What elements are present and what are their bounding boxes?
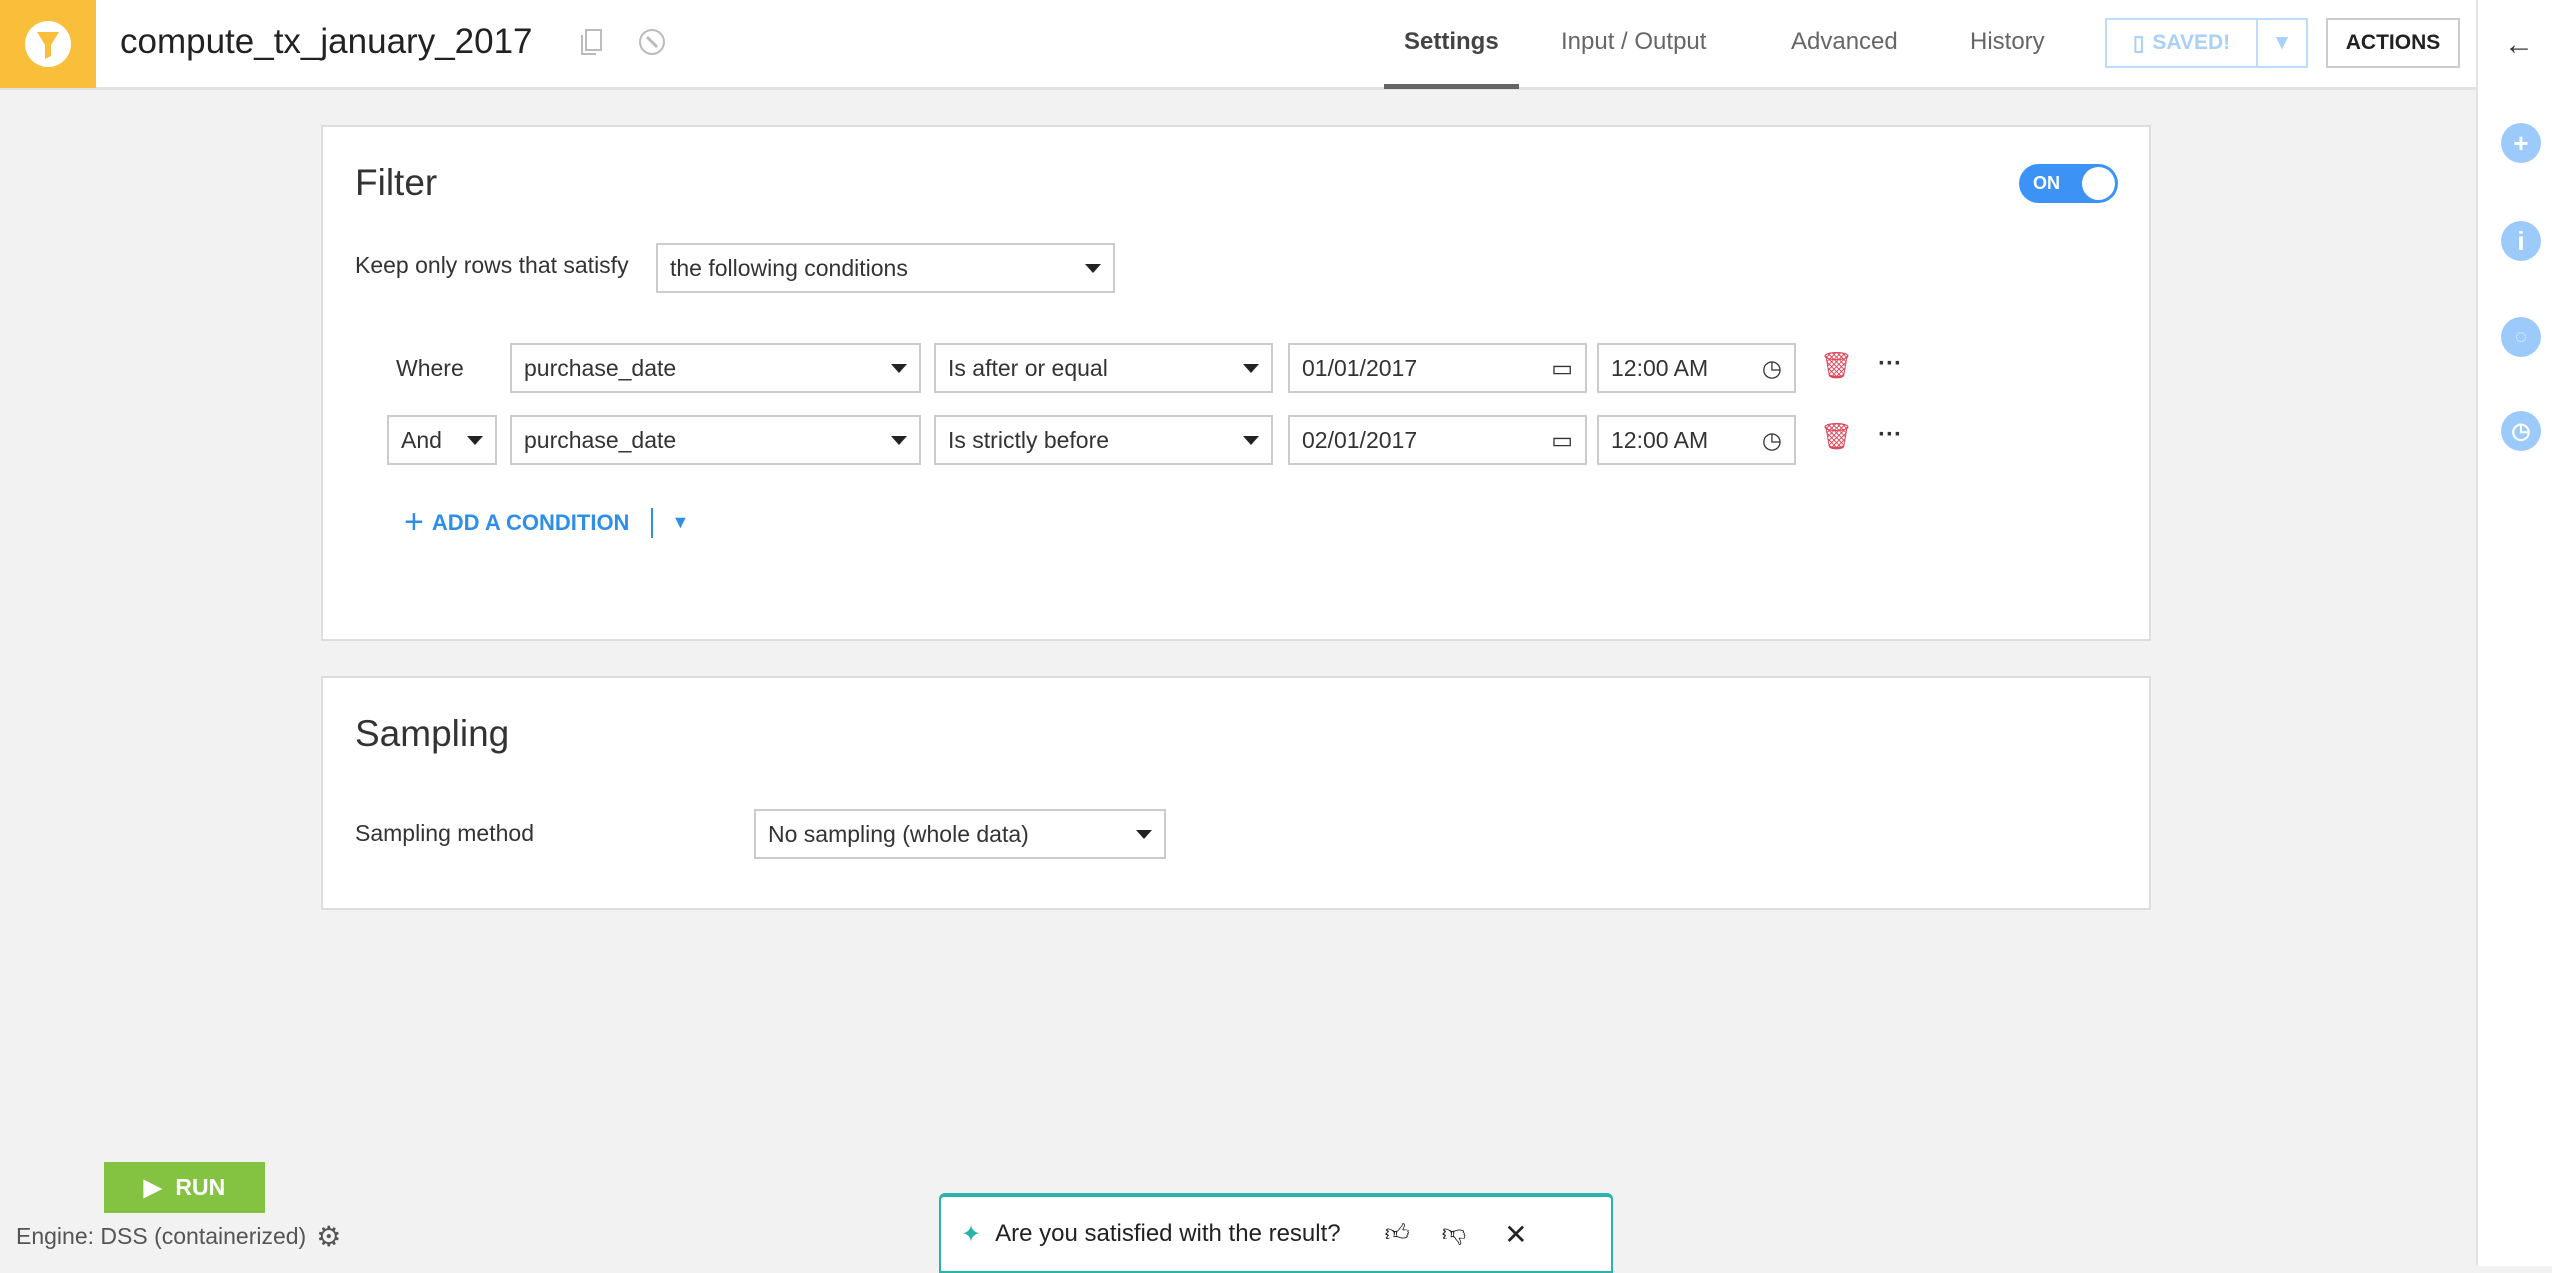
- column-select[interactable]: purchase_date: [510, 415, 921, 465]
- sparkle-icon: ✦: [961, 1220, 982, 1248]
- sampling-card: [321, 676, 2151, 910]
- time-input[interactable]: 12:00 AM ◷: [1597, 415, 1796, 465]
- floppy-icon: ▯: [2132, 31, 2145, 55]
- clock-icon[interactable]: ◷: [2501, 411, 2541, 451]
- run-button[interactable]: ▶ RUN: [104, 1162, 265, 1213]
- chevron-down-icon: [1085, 263, 1101, 273]
- delete-condition-trash-icon[interactable]: 🗑: [1820, 421, 1853, 452]
- toggle-label: ON: [2033, 173, 2060, 193]
- recipe-title[interactable]: compute_tx_january_2017: [120, 22, 533, 62]
- save-dropdown-chevron-icon[interactable]: ▼: [2258, 31, 2306, 55]
- discussions-icon[interactable]: ◌: [2501, 317, 2541, 357]
- actions-button[interactable]: ACTIONS: [2326, 18, 2460, 68]
- filter-toggle[interactable]: ON: [2019, 164, 2118, 203]
- back-arrow-icon[interactable]: ←: [2504, 28, 2534, 62]
- operator-select[interactable]: Is after or equal: [934, 343, 1273, 393]
- date-input[interactable]: 02/01/2017 ▭: [1288, 415, 1587, 465]
- tab-history[interactable]: History: [1970, 28, 2045, 56]
- calendar-icon[interactable]: ▭: [1551, 427, 1573, 454]
- clock-icon[interactable]: ◷: [1762, 355, 1782, 382]
- filter-mode-select[interactable]: the following conditions: [656, 243, 1115, 293]
- more-options-icon[interactable]: ···: [1878, 421, 1902, 449]
- active-tab-indicator: [1384, 84, 1519, 89]
- date-input[interactable]: 01/01/2017 ▭: [1288, 343, 1587, 393]
- add-condition-label: ADD A CONDITION: [431, 509, 630, 535]
- column-select[interactable]: purchase_date: [510, 343, 921, 393]
- feedback-bar: ✦ Are you satisfied with the result? 👍︎ …: [939, 1193, 1613, 1273]
- save-button[interactable]: ▯ SAVED!: [2107, 20, 2258, 66]
- add-condition-button[interactable]: + ADD A CONDITION ▼: [404, 503, 689, 542]
- save-label: SAVED!: [2152, 31, 2231, 54]
- sampling-method-select[interactable]: No sampling (whole data): [754, 809, 1166, 859]
- tab-advanced[interactable]: Advanced: [1791, 28, 1898, 56]
- thumbs-down-icon[interactable]: 👎︎: [1442, 1220, 1466, 1248]
- feedback-question: Are you satisfied with the result?: [995, 1220, 1341, 1247]
- engine-label: Engine: DSS (containerized): [16, 1223, 307, 1249]
- sampling-title: Sampling: [355, 713, 510, 754]
- play-icon: ▶: [143, 1174, 162, 1200]
- filter-recipe-icon: [0, 0, 96, 88]
- chevron-down-icon: [1136, 829, 1152, 839]
- right-sidebar: ← + i ◌ ◷: [2476, 0, 2552, 1266]
- run-label: RUN: [175, 1174, 226, 1200]
- plus-icon: +: [404, 503, 424, 541]
- sampling-method-label: Sampling method: [355, 820, 534, 846]
- delete-condition-trash-icon[interactable]: 🗑: [1820, 350, 1853, 381]
- thumbs-up-icon[interactable]: 👍︎: [1385, 1220, 1410, 1248]
- plus-icon[interactable]: +: [2501, 123, 2541, 163]
- tab-settings[interactable]: Settings: [1404, 28, 1499, 56]
- engine-info[interactable]: Engine: DSS (containerized) ⚙: [16, 1220, 341, 1253]
- clock-icon[interactable]: ◷: [1762, 427, 1782, 454]
- save-button-group[interactable]: ▯ SAVED! ▼: [2105, 18, 2308, 68]
- close-icon[interactable]: ✕: [1504, 1218, 1527, 1251]
- more-options-icon[interactable]: ···: [1878, 350, 1902, 378]
- compass-icon[interactable]: [638, 28, 666, 61]
- copy-icon[interactable]: [579, 28, 603, 61]
- chevron-down-icon[interactable]: ▼: [671, 512, 689, 533]
- info-icon[interactable]: i: [2501, 221, 2541, 261]
- connector-select[interactable]: And: [387, 415, 497, 465]
- filter-title: Filter: [355, 162, 438, 203]
- gear-icon[interactable]: ⚙: [316, 1220, 341, 1253]
- operator-select[interactable]: Is strictly before: [934, 415, 1273, 465]
- tab-input-output[interactable]: Input / Output: [1561, 28, 1706, 56]
- calendar-icon[interactable]: ▭: [1551, 355, 1573, 382]
- filter-mode-value: the following conditions: [670, 254, 908, 281]
- where-label: Where: [396, 355, 464, 381]
- time-input[interactable]: 12:00 AM ◷: [1597, 343, 1796, 393]
- keep-rows-label: Keep only rows that satisfy: [355, 252, 629, 278]
